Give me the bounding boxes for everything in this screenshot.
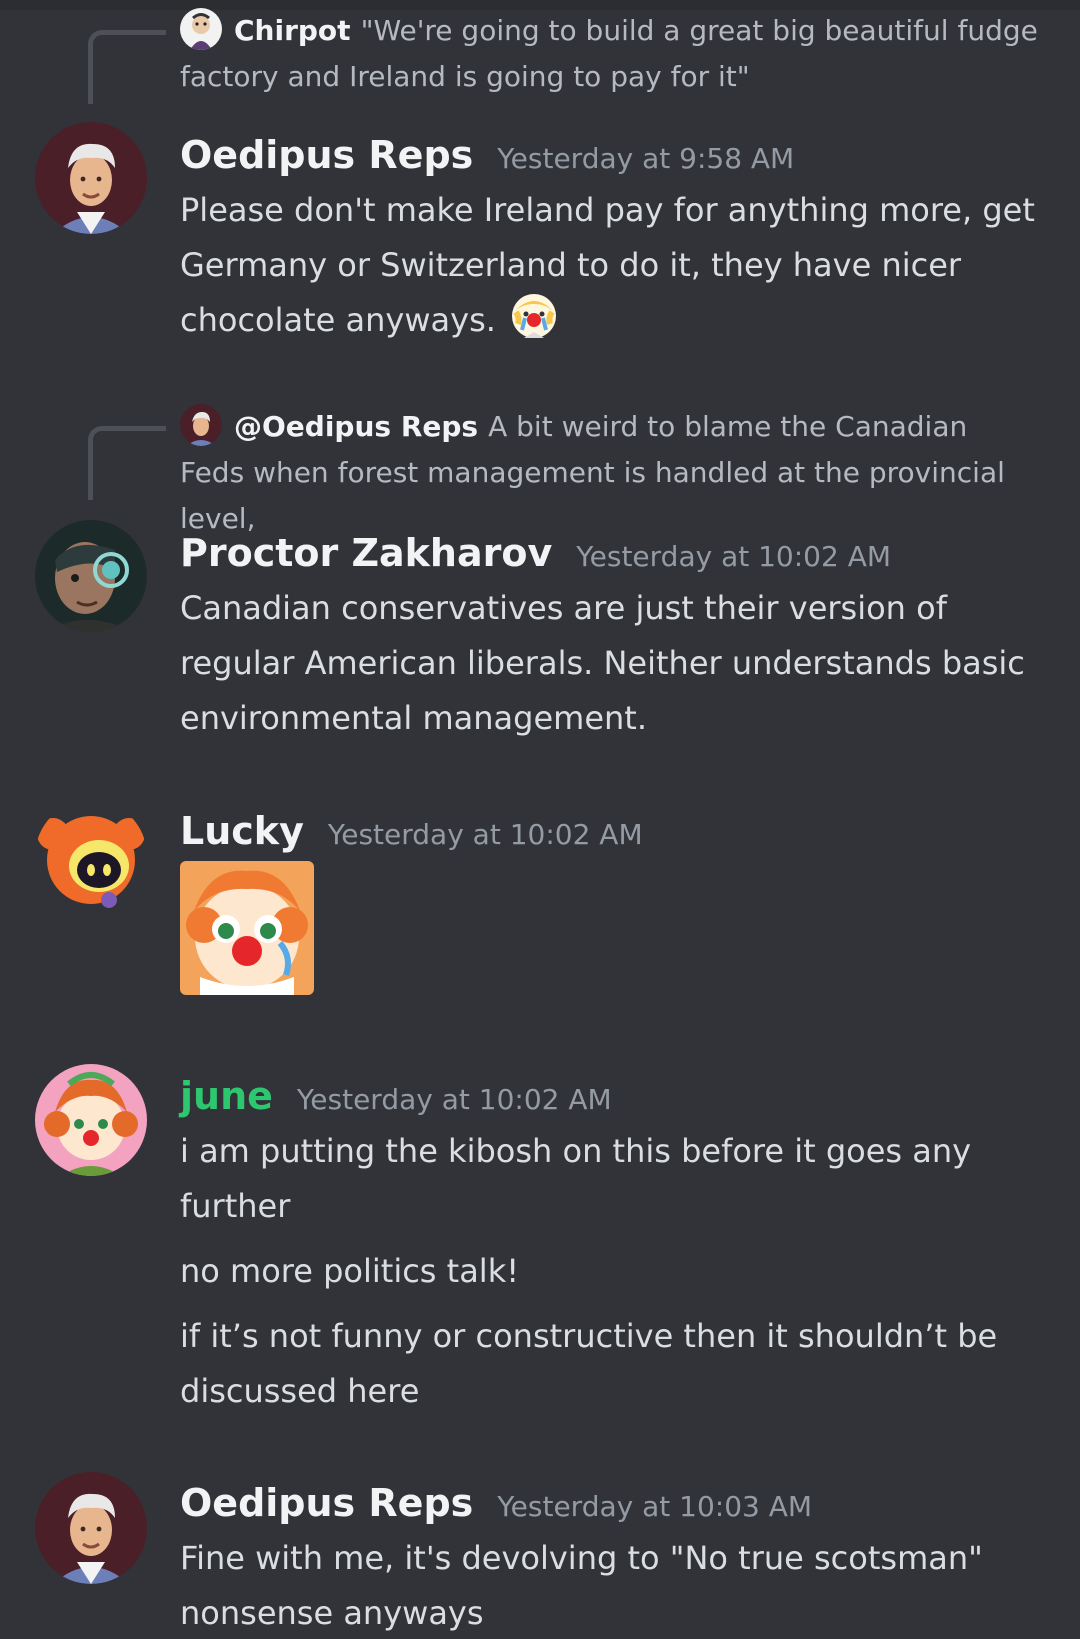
message-content: Please don't make Ireland pay for anythi… [180,183,1040,350]
crying-clown-sticker-icon[interactable] [180,861,314,995]
message-text: Fine with me, it's devolving to "No true… [180,1539,983,1632]
username[interactable]: Lucky [180,809,304,853]
message-feed[interactable]: Chirpot "We're going to build a great big… [0,0,1080,1639]
message-text: Canadian conservatives are just their ve… [180,589,1025,737]
reply-preview[interactable]: Chirpot "We're going to build a great big… [180,8,1040,100]
message-content: Canadian conservatives are just their ve… [180,581,1040,746]
username[interactable]: june [180,1074,273,1118]
lucky-avatar[interactable] [35,800,147,912]
timestamp: Yesterday at 10:02 AM [576,540,892,573]
message-paragraph: if it’s not funny or constructive then i… [180,1317,998,1410]
chirpot-avatar[interactable] [180,8,222,50]
username[interactable]: Oedipus Reps [180,133,473,177]
reply-author[interactable]: @Oedipus Reps [234,410,478,443]
message-content: i am putting the kibosh on this before i… [180,1124,1040,1429]
username[interactable]: Oedipus Reps [180,1481,473,1525]
message-content: Fine with me, it's devolving to "No true… [180,1531,1040,1639]
timestamp: Yesterday at 10:02 AM [327,818,643,851]
message-header: june Yesterday at 10:02 AM [180,1068,612,1124]
message-paragraph: i am putting the kibosh on this before i… [180,1132,972,1225]
crying-clown-emoji-icon[interactable] [506,290,562,346]
message-header: Lucky Yesterday at 10:02 AM [180,803,643,859]
timestamp: Yesterday at 10:03 AM [497,1490,813,1523]
june-avatar[interactable] [35,1064,147,1176]
reply-spine [88,30,166,104]
oedipus-reps-avatar[interactable] [35,1472,147,1584]
message-text: Please don't make Ireland pay for anythi… [180,191,1035,339]
oedipus-reps-mini-avatar[interactable] [180,404,222,446]
proctor-zakharov-avatar[interactable] [35,520,147,632]
message-paragraph: no more politics talk! [180,1252,520,1290]
timestamp: Yesterday at 10:02 AM [296,1083,612,1116]
username[interactable]: Proctor Zakharov [180,531,552,575]
reply-spine [88,426,166,500]
reply-preview[interactable]: @Oedipus Reps A bit weird to blame the Ca… [180,404,1040,542]
timestamp: Yesterday at 9:58 AM [497,142,795,175]
message-header: Oedipus Reps Yesterday at 10:03 AM [180,1475,812,1531]
message-header: Proctor Zakharov Yesterday at 10:02 AM [180,525,891,581]
message-header: Oedipus Reps Yesterday at 9:58 AM [180,127,794,183]
reply-author[interactable]: Chirpot [234,14,351,47]
oedipus-reps-avatar[interactable] [35,122,147,234]
